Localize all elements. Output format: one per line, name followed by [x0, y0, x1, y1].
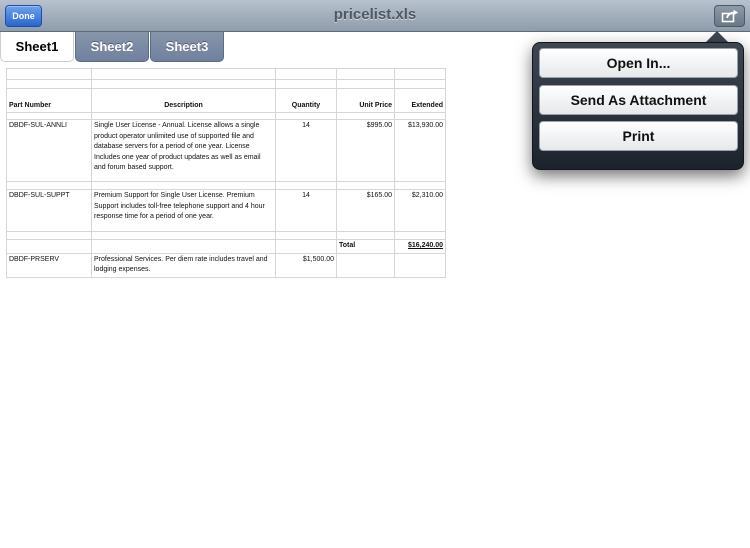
total-value: $16,240.00 — [394, 239, 446, 254]
header-unit-price: Unit Price — [336, 88, 395, 113]
cell-description: Premium Support for Single User License.… — [91, 189, 276, 232]
table-header-row: Part Number Description Quantity Unit Pr… — [6, 88, 446, 113]
share-popover: Open In... Send As Attachment Print — [532, 42, 744, 170]
popover-arrow — [706, 31, 728, 42]
cell-extended: $13,930.00 — [394, 119, 446, 182]
tab-sheet3[interactable]: Sheet3 — [150, 32, 224, 62]
open-in-button[interactable]: Open In... — [539, 48, 738, 78]
total-row: Total $16,240.00 — [6, 239, 446, 254]
cell-part-number: DBDF-PRSERV — [6, 252, 92, 278]
spreadsheet[interactable]: Part Number Description Quantity Unit Pr… — [6, 68, 446, 278]
send-as-attachment-button[interactable]: Send As Attachment — [539, 85, 738, 115]
table-row — [6, 68, 446, 80]
header-part-number: Part Number — [6, 88, 92, 113]
header-quantity: Quantity — [275, 88, 337, 113]
table-row — [6, 79, 446, 89]
table-row — [6, 231, 446, 240]
total-label: Total — [336, 239, 395, 254]
cell-quantity: $1,500.00 — [275, 252, 337, 278]
tab-sheet1[interactable]: Sheet1 — [0, 32, 74, 62]
share-icon — [721, 9, 738, 23]
cell-part-number: DBDF-SUL-ANNLI — [6, 119, 92, 182]
navigation-bar: Done pricelist.xls — [0, 0, 750, 32]
cell-unit-price: $995.00 — [336, 119, 395, 182]
header-description: Description — [91, 88, 276, 113]
cell-extended: $2,310.00 — [394, 189, 446, 232]
table-row: DBDF-SUL-ANNLI Single User License - Ann… — [6, 119, 446, 182]
sheet-tabs: Sheet1 Sheet2 Sheet3 — [0, 32, 224, 62]
print-button[interactable]: Print — [539, 121, 738, 151]
table-row — [6, 112, 446, 120]
tab-sheet2[interactable]: Sheet2 — [75, 32, 149, 62]
cell-quantity: 14 — [275, 119, 337, 182]
cell-quantity: 14 — [275, 189, 337, 232]
table-row — [6, 181, 446, 190]
header-extended: Extended — [394, 88, 446, 113]
cell-unit-price: $165.00 — [336, 189, 395, 232]
table-row: DBDF-PRSERV Professional Services. Per d… — [6, 252, 446, 278]
document-title: pricelist.xls — [333, 6, 417, 23]
table-row: DBDF-SUL-SUPPT Premium Support for Singl… — [6, 189, 446, 232]
cell-part-number: DBDF-SUL-SUPPT — [6, 189, 92, 232]
price-table: Part Number Description Quantity Unit Pr… — [6, 68, 446, 278]
cell-description: Single User License - Annual. License al… — [91, 119, 276, 182]
share-button[interactable] — [714, 5, 745, 27]
cell-description: Professional Services. Per diem rate inc… — [91, 252, 276, 278]
